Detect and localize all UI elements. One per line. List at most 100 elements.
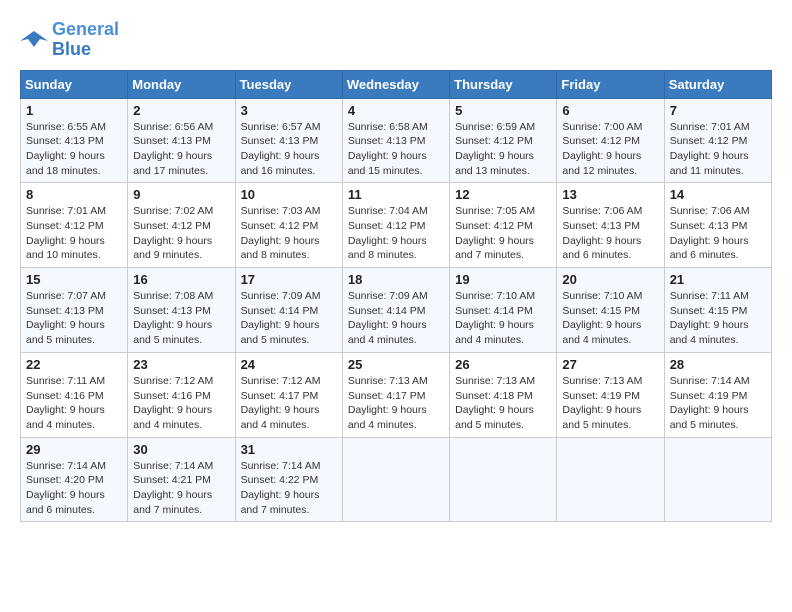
day-info: Sunrise: 7:09 AM Sunset: 4:14 PM Dayligh… (348, 289, 444, 348)
day-number: 23 (133, 357, 229, 372)
calendar-cell: 29 Sunrise: 7:14 AM Sunset: 4:20 PM Dayl… (21, 437, 128, 522)
day-number: 13 (562, 187, 658, 202)
day-number: 5 (455, 103, 551, 118)
calendar-cell: 17 Sunrise: 7:09 AM Sunset: 4:14 PM Dayl… (235, 268, 342, 353)
calendar-cell: 18 Sunrise: 7:09 AM Sunset: 4:14 PM Dayl… (342, 268, 449, 353)
header-day-thursday: Thursday (450, 70, 557, 98)
day-number: 28 (670, 357, 766, 372)
calendar-cell (557, 437, 664, 522)
calendar-cell: 23 Sunrise: 7:12 AM Sunset: 4:16 PM Dayl… (128, 352, 235, 437)
day-info: Sunrise: 7:12 AM Sunset: 4:16 PM Dayligh… (133, 374, 229, 433)
logo-icon (20, 29, 48, 51)
day-number: 1 (26, 103, 122, 118)
day-number: 19 (455, 272, 551, 287)
day-number: 21 (670, 272, 766, 287)
header-day-sunday: Sunday (21, 70, 128, 98)
day-info: Sunrise: 7:04 AM Sunset: 4:12 PM Dayligh… (348, 204, 444, 263)
calendar-cell: 25 Sunrise: 7:13 AM Sunset: 4:17 PM Dayl… (342, 352, 449, 437)
calendar-cell: 22 Sunrise: 7:11 AM Sunset: 4:16 PM Dayl… (21, 352, 128, 437)
calendar-cell: 27 Sunrise: 7:13 AM Sunset: 4:19 PM Dayl… (557, 352, 664, 437)
calendar-cell: 7 Sunrise: 7:01 AM Sunset: 4:12 PM Dayli… (664, 98, 771, 183)
calendar-cell: 12 Sunrise: 7:05 AM Sunset: 4:12 PM Dayl… (450, 183, 557, 268)
calendar-cell: 8 Sunrise: 7:01 AM Sunset: 4:12 PM Dayli… (21, 183, 128, 268)
day-number: 30 (133, 442, 229, 457)
calendar-cell: 19 Sunrise: 7:10 AM Sunset: 4:14 PM Dayl… (450, 268, 557, 353)
day-info: Sunrise: 7:10 AM Sunset: 4:14 PM Dayligh… (455, 289, 551, 348)
calendar-week-row: 1 Sunrise: 6:55 AM Sunset: 4:13 PM Dayli… (21, 98, 772, 183)
header-day-saturday: Saturday (664, 70, 771, 98)
day-number: 9 (133, 187, 229, 202)
day-info: Sunrise: 7:13 AM Sunset: 4:17 PM Dayligh… (348, 374, 444, 433)
day-info: Sunrise: 7:12 AM Sunset: 4:17 PM Dayligh… (241, 374, 337, 433)
day-number: 4 (348, 103, 444, 118)
header-day-monday: Monday (128, 70, 235, 98)
calendar-cell: 31 Sunrise: 7:14 AM Sunset: 4:22 PM Dayl… (235, 437, 342, 522)
calendar-cell: 30 Sunrise: 7:14 AM Sunset: 4:21 PM Dayl… (128, 437, 235, 522)
header-day-friday: Friday (557, 70, 664, 98)
logo: General Blue (20, 20, 119, 60)
day-info: Sunrise: 7:13 AM Sunset: 4:18 PM Dayligh… (455, 374, 551, 433)
calendar-cell (450, 437, 557, 522)
logo-text: General Blue (52, 20, 119, 60)
calendar-cell: 14 Sunrise: 7:06 AM Sunset: 4:13 PM Dayl… (664, 183, 771, 268)
calendar-cell: 10 Sunrise: 7:03 AM Sunset: 4:12 PM Dayl… (235, 183, 342, 268)
day-number: 18 (348, 272, 444, 287)
calendar-cell: 24 Sunrise: 7:12 AM Sunset: 4:17 PM Dayl… (235, 352, 342, 437)
day-info: Sunrise: 6:55 AM Sunset: 4:13 PM Dayligh… (26, 120, 122, 179)
day-number: 22 (26, 357, 122, 372)
day-info: Sunrise: 7:01 AM Sunset: 4:12 PM Dayligh… (670, 120, 766, 179)
calendar-week-row: 8 Sunrise: 7:01 AM Sunset: 4:12 PM Dayli… (21, 183, 772, 268)
day-info: Sunrise: 7:09 AM Sunset: 4:14 PM Dayligh… (241, 289, 337, 348)
calendar-cell: 16 Sunrise: 7:08 AM Sunset: 4:13 PM Dayl… (128, 268, 235, 353)
day-info: Sunrise: 7:05 AM Sunset: 4:12 PM Dayligh… (455, 204, 551, 263)
day-number: 29 (26, 442, 122, 457)
day-number: 15 (26, 272, 122, 287)
calendar-cell: 15 Sunrise: 7:07 AM Sunset: 4:13 PM Dayl… (21, 268, 128, 353)
day-info: Sunrise: 6:59 AM Sunset: 4:12 PM Dayligh… (455, 120, 551, 179)
day-number: 17 (241, 272, 337, 287)
day-info: Sunrise: 7:14 AM Sunset: 4:21 PM Dayligh… (133, 459, 229, 518)
calendar-cell: 21 Sunrise: 7:11 AM Sunset: 4:15 PM Dayl… (664, 268, 771, 353)
day-number: 27 (562, 357, 658, 372)
day-number: 3 (241, 103, 337, 118)
day-info: Sunrise: 7:14 AM Sunset: 4:22 PM Dayligh… (241, 459, 337, 518)
day-info: Sunrise: 7:11 AM Sunset: 4:16 PM Dayligh… (26, 374, 122, 433)
calendar-cell: 1 Sunrise: 6:55 AM Sunset: 4:13 PM Dayli… (21, 98, 128, 183)
day-info: Sunrise: 7:07 AM Sunset: 4:13 PM Dayligh… (26, 289, 122, 348)
day-info: Sunrise: 6:57 AM Sunset: 4:13 PM Dayligh… (241, 120, 337, 179)
calendar-table: SundayMondayTuesdayWednesdayThursdayFrid… (20, 70, 772, 523)
day-number: 8 (26, 187, 122, 202)
calendar-week-row: 29 Sunrise: 7:14 AM Sunset: 4:20 PM Dayl… (21, 437, 772, 522)
day-info: Sunrise: 6:56 AM Sunset: 4:13 PM Dayligh… (133, 120, 229, 179)
day-number: 31 (241, 442, 337, 457)
day-info: Sunrise: 7:11 AM Sunset: 4:15 PM Dayligh… (670, 289, 766, 348)
day-number: 2 (133, 103, 229, 118)
calendar-cell: 3 Sunrise: 6:57 AM Sunset: 4:13 PM Dayli… (235, 98, 342, 183)
calendar-cell: 26 Sunrise: 7:13 AM Sunset: 4:18 PM Dayl… (450, 352, 557, 437)
calendar-cell (664, 437, 771, 522)
day-info: Sunrise: 7:00 AM Sunset: 4:12 PM Dayligh… (562, 120, 658, 179)
day-info: Sunrise: 7:08 AM Sunset: 4:13 PM Dayligh… (133, 289, 229, 348)
calendar-week-row: 22 Sunrise: 7:11 AM Sunset: 4:16 PM Dayl… (21, 352, 772, 437)
day-number: 25 (348, 357, 444, 372)
day-info: Sunrise: 7:06 AM Sunset: 4:13 PM Dayligh… (562, 204, 658, 263)
day-info: Sunrise: 7:01 AM Sunset: 4:12 PM Dayligh… (26, 204, 122, 263)
day-number: 6 (562, 103, 658, 118)
day-number: 26 (455, 357, 551, 372)
calendar-cell: 9 Sunrise: 7:02 AM Sunset: 4:12 PM Dayli… (128, 183, 235, 268)
header-day-wednesday: Wednesday (342, 70, 449, 98)
calendar-header-row: SundayMondayTuesdayWednesdayThursdayFrid… (21, 70, 772, 98)
day-number: 20 (562, 272, 658, 287)
calendar-cell: 6 Sunrise: 7:00 AM Sunset: 4:12 PM Dayli… (557, 98, 664, 183)
day-number: 12 (455, 187, 551, 202)
day-info: Sunrise: 7:06 AM Sunset: 4:13 PM Dayligh… (670, 204, 766, 263)
calendar-cell: 20 Sunrise: 7:10 AM Sunset: 4:15 PM Dayl… (557, 268, 664, 353)
day-info: Sunrise: 7:02 AM Sunset: 4:12 PM Dayligh… (133, 204, 229, 263)
calendar-cell: 28 Sunrise: 7:14 AM Sunset: 4:19 PM Dayl… (664, 352, 771, 437)
calendar-cell: 2 Sunrise: 6:56 AM Sunset: 4:13 PM Dayli… (128, 98, 235, 183)
calendar-week-row: 15 Sunrise: 7:07 AM Sunset: 4:13 PM Dayl… (21, 268, 772, 353)
day-number: 24 (241, 357, 337, 372)
calendar-cell (342, 437, 449, 522)
day-info: Sunrise: 7:10 AM Sunset: 4:15 PM Dayligh… (562, 289, 658, 348)
day-number: 10 (241, 187, 337, 202)
